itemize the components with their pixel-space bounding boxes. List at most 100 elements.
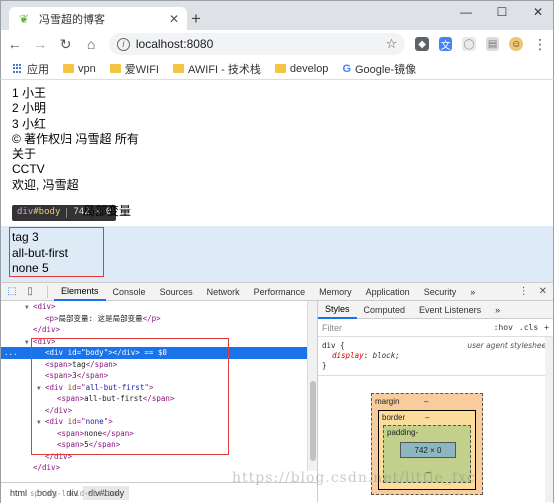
window-controls: — ☐ ✕ xyxy=(457,5,547,19)
tab-elements[interactable]: Elements xyxy=(54,283,106,301)
rule-source: user agent stylesheet xyxy=(467,341,549,350)
back-button[interactable]: ← xyxy=(7,36,22,52)
filter-input[interactable]: Filter xyxy=(322,323,342,333)
page-line: 2 小明 xyxy=(12,101,47,116)
tab-styles[interactable]: Styles xyxy=(318,301,357,319)
browser-tab[interactable]: ❦ 冯雪超的博客 ✕ xyxy=(9,7,187,31)
new-rule-button[interactable]: + xyxy=(544,323,549,332)
tab-security[interactable]: Security xyxy=(417,283,464,301)
home-button[interactable]: ⌂ xyxy=(83,36,98,52)
url-text[interactable]: localhost:8080 xyxy=(136,37,380,51)
hov-toggle[interactable]: :hov xyxy=(494,323,513,332)
devtools-tabbar: ⬚ ▯ Elements Console Sources Network Per… xyxy=(1,283,553,301)
minimize-button[interactable]: — xyxy=(457,5,475,19)
profile-avatar[interactable]: ☺ xyxy=(509,37,523,51)
crumb-html[interactable]: html xyxy=(5,486,32,500)
browser-titlebar: ❦ 冯雪超的博客 ✕ + — ☐ ✕ xyxy=(0,0,554,31)
tab-performance[interactable]: Performance xyxy=(247,283,313,301)
tab-event-listeners[interactable]: Event Listeners xyxy=(412,301,488,319)
devtools-menu-icon[interactable]: ⋮ xyxy=(519,286,529,297)
inspect-element-icon[interactable]: ⬚ xyxy=(5,285,19,299)
tab-memory[interactable]: Memory xyxy=(312,283,359,301)
border-box: border – padding- 742 × 0 – xyxy=(378,410,476,490)
styles-scrollbar[interactable] xyxy=(545,337,553,502)
extension-icon-4[interactable]: ▤ xyxy=(485,37,500,51)
bookmark-label: Google-镜像 xyxy=(355,63,417,76)
css-rule[interactable]: user agent stylesheet div { display: blo… xyxy=(318,337,553,376)
page-line: 1 小王 xyxy=(12,86,47,100)
devtools-close-icon[interactable]: ✕ xyxy=(539,286,547,297)
selected-node-marker: ... xyxy=(4,348,18,357)
page-viewport: 1 小王 2 小明 3 小红 © 著作权归 冯雪超 所有 关于 CCTV 欢迎,… xyxy=(0,80,554,282)
tab-computed[interactable]: Computed xyxy=(357,301,413,319)
elements-scrollbar[interactable] xyxy=(307,301,317,471)
translate-icon[interactable]: 文 xyxy=(438,37,453,52)
bookmark-label: 爱WIFI xyxy=(124,63,159,76)
node-tag-token: <p> xyxy=(45,313,59,323)
info-icon[interactable]: i xyxy=(116,37,130,51)
star-icon[interactable]: ☆ xyxy=(386,36,398,52)
rule-close: } xyxy=(322,361,327,370)
rule-value: block; xyxy=(372,351,400,360)
annotation-red-box-elements xyxy=(31,338,229,455)
node-tag-token: </div> xyxy=(33,325,61,334)
content-box: 742 × 0 xyxy=(400,442,456,458)
tab-sources[interactable]: Sources xyxy=(153,283,200,301)
bookmark-aiwifi[interactable]: 爱WIFI xyxy=(109,61,159,77)
device-toolbar-icon[interactable]: ▯ xyxy=(23,285,37,299)
local-var-line: 局部变量 xyxy=(12,204,553,219)
local-var-text: 局部变量 xyxy=(83,204,132,219)
tab-title: 冯雪超的博客 xyxy=(39,14,105,26)
tab-close-icon[interactable]: ✕ xyxy=(169,12,179,26)
tab-network[interactable]: Network xyxy=(200,283,247,301)
dom-node-line[interactable]: <p>局部变量: 这是局部变量</p> xyxy=(1,313,307,325)
highlighted-line: all-but-first xyxy=(12,245,69,260)
browser-menu-icon[interactable]: ⋮ xyxy=(533,36,547,53)
reload-button[interactable]: ↻ xyxy=(58,36,73,53)
styles-pane: Styles Computed Event Listeners » Filter… xyxy=(317,301,553,502)
page-line: CCTV xyxy=(12,162,45,177)
bookmark-label: AWIFI - 技术栈 xyxy=(187,63,261,76)
bookmark-develop[interactable]: develop xyxy=(274,62,329,75)
maximize-button[interactable]: ☐ xyxy=(493,5,511,19)
tab-console[interactable]: Console xyxy=(106,283,153,301)
leaf-icon: ❦ xyxy=(18,12,30,26)
extension-icon-1[interactable]: ◆ xyxy=(415,37,429,51)
bookmark-awifi-tech[interactable]: AWIFI - 技术栈 xyxy=(172,61,261,77)
folder-icon xyxy=(172,64,184,73)
cls-toggle[interactable]: .cls xyxy=(519,323,538,332)
node-tag-token: </div> xyxy=(33,463,61,471)
bookmark-label: develop xyxy=(289,62,329,75)
folder-icon xyxy=(274,64,286,73)
bookmarks-bar: 应用 vpn 爱WIFI AWIFI - 技术栈 develop G Googl… xyxy=(0,58,554,80)
folder-icon xyxy=(109,64,121,73)
google-icon: G xyxy=(342,62,351,75)
bookmark-apps[interactable]: 应用 xyxy=(13,61,49,77)
padding-label: padding- xyxy=(387,428,419,437)
faded-text: spring-lucid-service xyxy=(30,489,121,498)
page-content: 1 小王 2 小明 3 小红 © 著作权归 冯雪超 所有 关于 CCTV 欢迎,… xyxy=(12,86,553,276)
bookmark-google-mirror[interactable]: G Google-镜像 xyxy=(342,61,416,77)
navigation-bar: ← → ↻ ⌂ i localhost:8080 ☆ ◆ 文 ◯ ▤ ☺ ⋮ xyxy=(0,30,554,58)
more-tabs-button[interactable]: » xyxy=(463,283,482,301)
bookmark-label: 应用 xyxy=(27,63,49,76)
dom-node-line[interactable]: </div> xyxy=(1,462,307,471)
margin-label: margin xyxy=(375,397,400,406)
margin-value: – xyxy=(424,397,429,406)
tab-application[interactable]: Application xyxy=(359,283,417,301)
node-tag-token: <div> xyxy=(33,302,56,311)
bookmark-vpn[interactable]: vpn xyxy=(63,63,96,75)
close-window-button[interactable]: ✕ xyxy=(529,5,547,19)
extension-icon-3[interactable]: ◯ xyxy=(462,37,476,51)
forward-button[interactable]: → xyxy=(32,36,47,52)
more-styles-tabs-button[interactable]: » xyxy=(488,301,507,319)
devtools-panel: ⬚ ▯ Elements Console Sources Network Per… xyxy=(0,282,554,503)
highlighted-line: none 5 xyxy=(12,260,49,275)
new-tab-button[interactable]: + xyxy=(191,9,201,29)
dom-node-line[interactable]: </div> xyxy=(1,324,307,336)
page-line: 3 小红 xyxy=(12,116,47,131)
apps-icon xyxy=(13,63,23,74)
dom-node-line[interactable]: ▼ <div> xyxy=(1,301,307,313)
border-label: border xyxy=(382,413,406,422)
address-bar[interactable]: i localhost:8080 ☆ xyxy=(108,33,406,55)
